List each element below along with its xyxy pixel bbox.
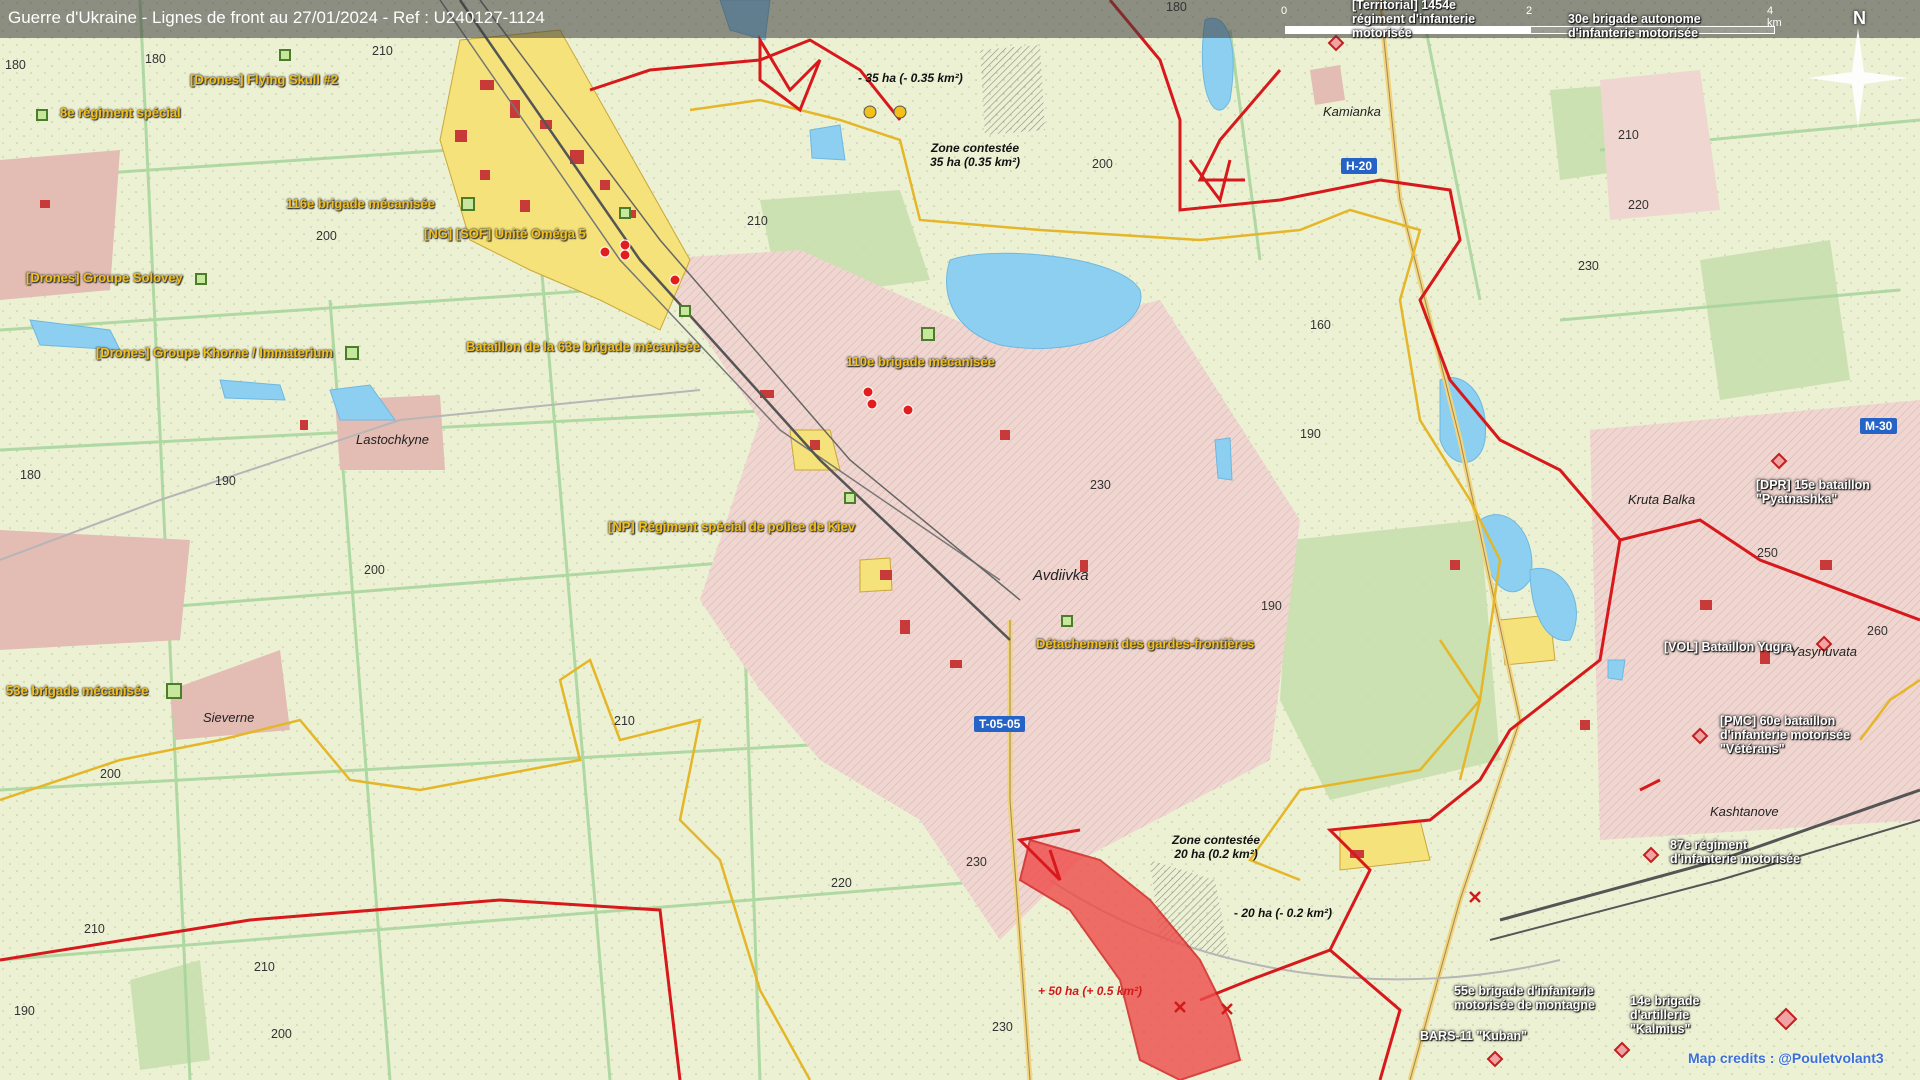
- unit-label-solovey: [Drones] Groupe Solovey: [26, 270, 183, 285]
- scale-tick-0: 0: [1281, 5, 1288, 17]
- compass-star-icon: [1808, 28, 1908, 128]
- elevation-label: 230: [992, 1020, 1013, 1034]
- elevation-label: 180: [145, 52, 166, 66]
- elevation-label: 160: [1310, 318, 1331, 332]
- elevation-label: 200: [1092, 157, 1113, 171]
- zone-label-contested-35-area: 35 ha (0.35 km²): [930, 155, 1021, 169]
- elevation-label: 190: [215, 474, 236, 488]
- elevation-label: 230: [966, 855, 987, 869]
- elevation-label: 190: [1300, 427, 1321, 441]
- elevation-label: 220: [831, 876, 852, 890]
- elevation-label: 190: [14, 1004, 35, 1018]
- elevation-label: 180: [5, 58, 26, 72]
- place-sieverne: Sieverne: [203, 710, 255, 725]
- unit-label-53e-brigade: 53e brigade mécanisée: [6, 683, 149, 698]
- map-title: Guerre d'Ukraine - Lignes de front au 27…: [8, 8, 545, 27]
- unit-label-63e-brigade: Bataillon de la 63e brigade mécanisée: [466, 339, 701, 354]
- elevation-label: 250: [1757, 546, 1778, 560]
- zone-label-contested-35-title: Zone contestée: [931, 141, 1020, 155]
- zone-label-contested-20: Zone contestée 20 ha (0.2 km²): [1172, 833, 1260, 861]
- elevation-label: 190: [1261, 599, 1282, 613]
- north-arrow: N: [1808, 8, 1908, 128]
- place-lastochkyne: Lastochkyne: [356, 432, 429, 447]
- elevation-label: 210: [254, 960, 275, 974]
- elevation-label: 200: [271, 1027, 292, 1041]
- enemy-label-bars-11: BARS-11 "Kuban": [1420, 1029, 1528, 1043]
- elevation-label: 200: [316, 229, 337, 243]
- place-yasynuvata: Yasynuvata: [1790, 644, 1857, 659]
- elevation-label: 210: [1618, 128, 1639, 142]
- enemy-label-pyatnashka: [DPR] 15e bataillon "Pyatnashka": [1756, 478, 1870, 506]
- enemy-label-kalmius: 14e brigade d'artillerie "Kalmius": [1630, 994, 1700, 1036]
- zone-label-contested-20-title: Zone contestée: [1172, 833, 1261, 847]
- unit-label-np-police: [NP] Régiment spécial de police de Kiev: [608, 519, 856, 534]
- elevation-label: 210: [614, 714, 635, 728]
- unit-label-116e-brigade: 116e brigade mécanisée: [286, 196, 435, 211]
- zone-label-plus-50: + 50 ha (+ 0.5 km²): [1038, 984, 1143, 998]
- map-credits[interactable]: Map credits : @Pouletvolant3: [1688, 1050, 1884, 1066]
- place-kamianka: Kamianka: [1323, 104, 1381, 119]
- elevation-label: 260: [1867, 624, 1888, 638]
- road-sign-m30: M-30: [1860, 418, 1898, 434]
- zone-label-minus-35: - 35 ha (- 0.35 km²): [858, 71, 963, 85]
- enemy-label-1454e: [Territorial] 1454e régiment d'infanteri…: [1352, 0, 1476, 40]
- zone-label-minus-20: - 20 ha (- 0.2 km²): [1234, 906, 1333, 920]
- place-kruta-balka: Kruta Balka: [1628, 492, 1696, 507]
- elevation-label: 230: [1090, 478, 1111, 492]
- elevation-label: 200: [100, 767, 121, 781]
- elevation-label: 180: [20, 468, 41, 482]
- unit-label-gardes-frontieres: Détachement des gardes-frontières: [1036, 636, 1255, 651]
- scale-tick-2: 2: [1526, 5, 1533, 17]
- road-sign-h20: H-20: [1341, 158, 1378, 174]
- elevation-label: 210: [84, 922, 105, 936]
- enemy-label-yugra: [VOL] Bataillon Yugra: [1664, 640, 1793, 654]
- enemy-label-55e: 55e brigade d'infanterie motorisée de mo…: [1454, 984, 1595, 1012]
- enemy-label-veterans: [PMC] 60e bataillon d'infanterie motoris…: [1720, 714, 1851, 756]
- elevation-label: 210: [747, 214, 768, 228]
- zone-label-contested-35: Zone contestée 35 ha (0.35 km²): [930, 141, 1020, 169]
- north-label: N: [1853, 8, 1866, 28]
- road-sign-t0505: T-05-05: [974, 716, 1026, 732]
- elevation-label: 210: [372, 44, 393, 58]
- enemy-label-30e: 30e brigade autonome d'infanterie motori…: [1568, 12, 1701, 40]
- place-kashtanove: Kashtanove: [1710, 804, 1779, 819]
- unit-label-flying-skull: [Drones] Flying Skull #2: [190, 72, 339, 87]
- zone-label-contested-20-area: 20 ha (0.2 km²): [1174, 847, 1258, 861]
- elevation-label: 220: [1628, 198, 1649, 212]
- place-avdiivka: Avdiivka: [1033, 567, 1089, 584]
- unit-label-khorne: [Drones] Groupe Khorne / Immaterium: [96, 345, 333, 360]
- elevation-label: 200: [364, 563, 385, 577]
- unit-label-omega-5: [NG] [SOF] Unité Oméga 5: [424, 226, 586, 241]
- enemy-label-87e: 87e régiment d'infanterie motorisée: [1670, 838, 1801, 866]
- elevation-label: 180: [1166, 0, 1187, 14]
- elevation-label: 230: [1578, 259, 1599, 273]
- unit-label-8e-regiment: 8e régiment spécial: [60, 105, 181, 120]
- unit-label-110e-brigade: 110e brigade mécanisée: [846, 354, 995, 369]
